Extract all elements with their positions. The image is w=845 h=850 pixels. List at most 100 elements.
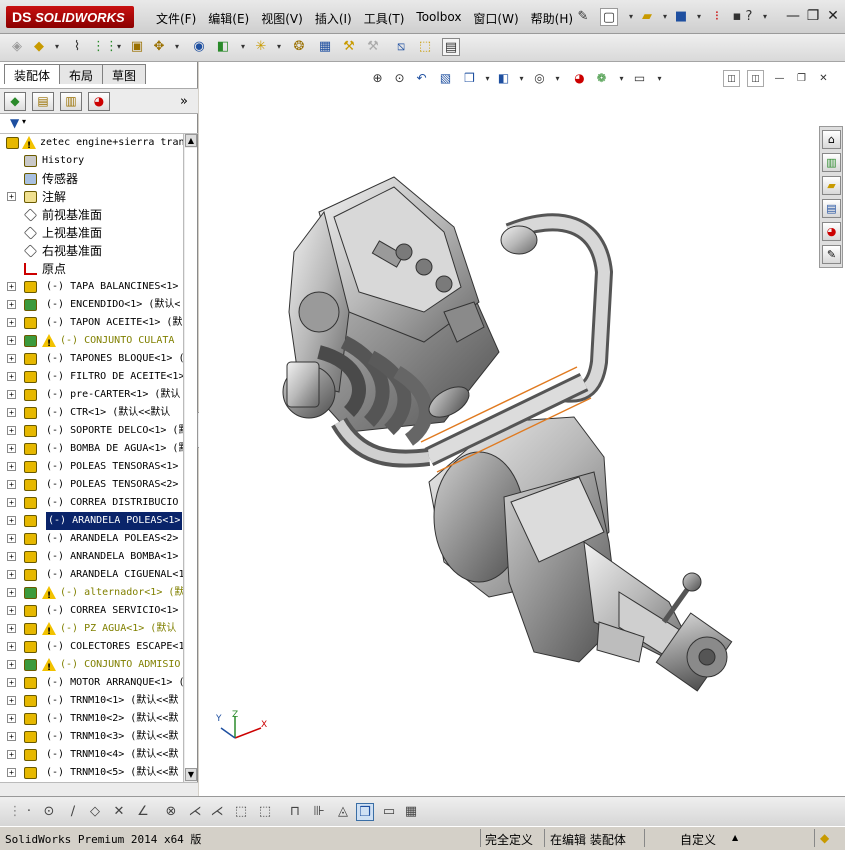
tree-filter-bar[interactable]: ▼ ▾ [0,114,198,134]
features-dropdown-icon[interactable]: ▾ [234,38,252,56]
chamfer-icon[interactable]: ⋌ [186,803,204,821]
shaded-view-icon[interactable]: ❒ [356,803,374,821]
offset-icon[interactable]: ⋌ [208,803,226,821]
expand-toggle-icon[interactable]: + [7,408,16,417]
filter-dropdown-icon[interactable]: ▾ [22,117,26,126]
tree-item[interactable]: + (-) TRNM10<1> (默认<<默 [0,692,183,710]
relations-icon[interactable]: ⊪ [310,803,328,821]
appearances-icon[interactable]: ◕ [822,222,841,241]
mirror-icon[interactable]: ⬚ [232,803,250,821]
expand-toggle-icon[interactable]: + [7,282,16,291]
menu-tools[interactable]: 工具(T) [358,8,411,28]
expand-toggle-icon[interactable]: + [7,444,16,453]
expand-toggle-icon[interactable]: + [7,336,16,345]
menu-toolbox[interactable]: Toolbox [410,8,467,28]
menu-view[interactable]: 视图(V) [255,8,309,28]
tree-item[interactable]: + (-) MOTOR ARRANQUE<1> ( [0,674,183,692]
exploded-view-icon[interactable]: ⚒ [340,38,358,56]
new-document-icon[interactable]: ▢ [600,8,618,26]
menu-window[interactable]: 窗口(W) [467,8,524,28]
display-manager-icon[interactable]: ◕ [88,92,110,111]
expand-toggle-icon[interactable]: + [7,192,16,201]
bill-of-materials-icon[interactable]: ▦ [316,38,334,56]
interference-icon[interactable]: ⧅ [392,38,410,56]
funnel-icon[interactable]: ▼ [10,116,19,130]
view-palette-icon[interactable]: ▤ [822,199,841,218]
tree-item[interactable]: + (-) PZ AGUA<1> (默认 [0,620,183,638]
expand-toggle-icon[interactable]: + [7,678,16,687]
tree-item[interactable]: 前视基准面 [0,206,183,224]
menu-insert[interactable]: 插入(I) [309,8,358,28]
tree-item[interactable]: + (-) CONJUNTO ADMISIO [0,656,183,674]
tree-item[interactable]: + (-) TRNM10<5> (默认<<默 [0,764,183,782]
tree-item[interactable]: + (-) TRNM10<4> (默认<<默 [0,746,183,764]
new-motion-study-icon[interactable]: ❂ [290,38,308,56]
triangle-icon[interactable]: ◬ [334,803,352,821]
configuration-manager-icon[interactable]: ▥ [60,92,82,111]
reference-dropdown-icon[interactable]: ▾ [270,38,288,56]
tree-item[interactable]: + (-) POLEAS TENSORAS<2> [0,476,183,494]
expand-toggle-icon[interactable]: + [7,768,16,777]
home-icon[interactable]: ⌂ [822,130,841,149]
tree-item[interactable]: + (-) alternador<1> (默 [0,584,183,602]
design-library-icon[interactable]: ▥ [822,153,841,172]
smart-fastener-icon[interactable]: ▣ [128,38,146,56]
scroll-thumb[interactable] [185,148,197,768]
tree-horizontal-scrollbar[interactable] [0,782,198,796]
menu-help[interactable]: 帮助(H) [525,8,579,28]
tree-item[interactable]: 传感器 [0,170,183,188]
expand-toggle-icon[interactable]: + [7,426,16,435]
expand-toggle-icon[interactable]: + [7,732,16,741]
expand-toggle-icon[interactable]: + [7,624,16,633]
expand-toggle-icon[interactable]: + [7,318,16,327]
menu-file[interactable]: 文件(F) [150,8,202,28]
tree-item[interactable]: + (-) CORREA DISTRIBUCIO [0,494,183,512]
instant3d-icon[interactable]: ⬚ [416,38,434,56]
move-component-icon[interactable]: ✥ [150,38,168,56]
tree-item[interactable]: + (-) CONJUNTO CULATA [0,332,183,350]
expand-toggle-icon[interactable]: + [7,606,16,615]
show-hidden-icon[interactable]: ◉ [190,38,208,56]
polygon-icon[interactable]: ◇ [86,803,104,821]
tree-item[interactable]: 原点 [0,260,183,278]
four-view-icon[interactable]: ▦ [402,803,420,821]
trim-icon[interactable]: ✕ [110,803,128,821]
line-icon[interactable]: ∕ [64,803,82,821]
component-icon[interactable]: ◈ [8,38,26,56]
expand-toggle-icon[interactable]: + [7,498,16,507]
tree-item[interactable]: + (-) ARANDELA POLEAS<1> [0,512,183,530]
expand-toggle-icon[interactable]: + [7,642,16,651]
tab-sketch[interactable]: 草图 [102,64,147,84]
expand-toggle-icon[interactable]: + [7,750,16,759]
tree-item[interactable]: + (-) TRNM10<2> (默认<<默 [0,710,183,728]
circle-icon[interactable]: ⊙ [40,803,58,821]
expand-toggle-icon[interactable]: + [7,516,16,525]
toolbar-extra-icon[interactable]: ▤ [442,38,460,56]
scroll-down-icon[interactable]: ▼ [185,768,197,781]
engine-model[interactable] [199,62,845,796]
property-manager-icon[interactable]: ▤ [32,92,54,111]
insert-component-icon[interactable]: ◆ [30,38,48,56]
units-dropdown-icon[interactable]: ▲ [732,833,738,842]
fillet-icon[interactable]: ⊗ [162,803,180,821]
tree-item[interactable]: + (-) COLECTORES ESCAPE<1 [0,638,183,656]
explode-line-icon[interactable]: ⚒ [364,38,382,56]
assembly-features-icon[interactable]: ◧ [214,38,232,56]
tree-item[interactable]: zetec engine+sierra tran [0,134,183,152]
dimension-icon[interactable]: ⊓ [286,803,304,821]
pattern-dropdown-icon[interactable]: ▾ [110,38,128,56]
tree-vertical-scrollbar[interactable]: ▲ ▼ [183,134,197,782]
point-icon[interactable]: · [20,803,38,821]
units-selector[interactable]: 自定义 [680,831,716,848]
single-view-icon[interactable]: ▭ [380,803,398,821]
minimize-button[interactable]: — [784,8,802,24]
insert-dropdown-icon[interactable]: ▾ [48,38,66,56]
expand-toggle-icon[interactable]: + [7,354,16,363]
restore-button[interactable]: ❐ [804,8,822,24]
expand-toggle-icon[interactable]: + [7,588,16,597]
tree-item[interactable]: + (-) CORREA SERVICIO<1> [0,602,183,620]
tree-item[interactable]: + 注解 [0,188,183,206]
expand-toggle-icon[interactable]: + [7,462,16,471]
linear-pattern-icon[interactable]: ⋮⋮ [92,38,118,56]
tree-item[interactable]: 右视基准面 [0,242,183,260]
